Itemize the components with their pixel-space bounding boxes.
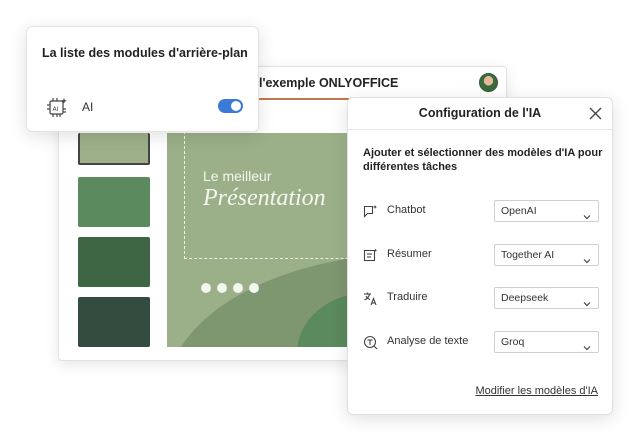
close-icon[interactable] [589, 107, 602, 120]
chevron-down-icon [583, 208, 591, 220]
dot [233, 283, 243, 293]
chatbot-model-select[interactable]: OpenAI [494, 200, 599, 222]
chat-icon [363, 204, 378, 219]
text-analysis-icon [363, 335, 378, 350]
summarize-icon [363, 248, 378, 263]
slide-thumbnail-4[interactable] [78, 297, 150, 347]
toggle-knob [231, 101, 241, 111]
chevron-down-icon [583, 295, 591, 307]
dialog-header: Configuration de l'IA [348, 98, 612, 130]
row-label: Analyse de texte [387, 335, 469, 347]
panel-title: La liste des modules d'arrière-plan [42, 46, 248, 60]
select-value: Deepseek [501, 292, 549, 304]
summarize-model-select[interactable]: Together AI [494, 244, 599, 266]
dialog-title: Configuration de l'IA [418, 106, 542, 120]
text-analysis-model-select[interactable]: Groq [494, 331, 599, 353]
edit-ai-models-link[interactable]: Modifier les modèles d'IA [475, 385, 598, 397]
background-plugins-panel: La liste des modules d'arrière-plan AI A… [26, 26, 259, 132]
document-title: l'exemple ONLYOFFICE [259, 76, 399, 90]
select-value: Groq [501, 336, 525, 348]
translate-icon [363, 291, 378, 306]
plugin-item-ai[interactable]: AI AI [42, 95, 247, 119]
row-label: Chatbot [387, 204, 426, 216]
ai-plugin-toggle[interactable] [218, 99, 243, 113]
ai-chip-icon: AI [45, 95, 69, 119]
slide-subtitle: Le meilleur [203, 168, 272, 184]
row-chatbot: Chatbot OpenAI [363, 200, 601, 222]
row-text-analysis: Analyse de texte Groq [363, 331, 601, 353]
row-label: Résumer [387, 248, 432, 260]
ai-config-dialog: Configuration de l'IA Ajouter et sélecti… [347, 97, 613, 415]
decorative-dots [201, 283, 259, 293]
dot [201, 283, 211, 293]
slide-title: Présentation [203, 185, 326, 211]
select-value: Together AI [501, 249, 555, 261]
svg-text:AI: AI [53, 106, 59, 113]
dialog-description: Ajouter et sélectionner des modèles d'IA… [363, 147, 603, 173]
slide-thumbnail-1[interactable] [78, 133, 150, 165]
row-translate: Traduire Deepseek [363, 287, 601, 309]
plugin-label: AI [82, 100, 94, 114]
select-value: OpenAI [501, 205, 537, 217]
row-label: Traduire [387, 291, 428, 303]
avatar[interactable] [479, 73, 498, 92]
row-summarize: Résumer Together AI [363, 244, 601, 266]
dot [217, 283, 227, 293]
slide-thumbnail-2[interactable] [78, 177, 150, 227]
chevron-down-icon [583, 252, 591, 264]
translate-model-select[interactable]: Deepseek [494, 287, 599, 309]
chevron-down-icon [583, 339, 591, 351]
slide-thumbnail-3[interactable] [78, 237, 150, 287]
dot [249, 283, 259, 293]
